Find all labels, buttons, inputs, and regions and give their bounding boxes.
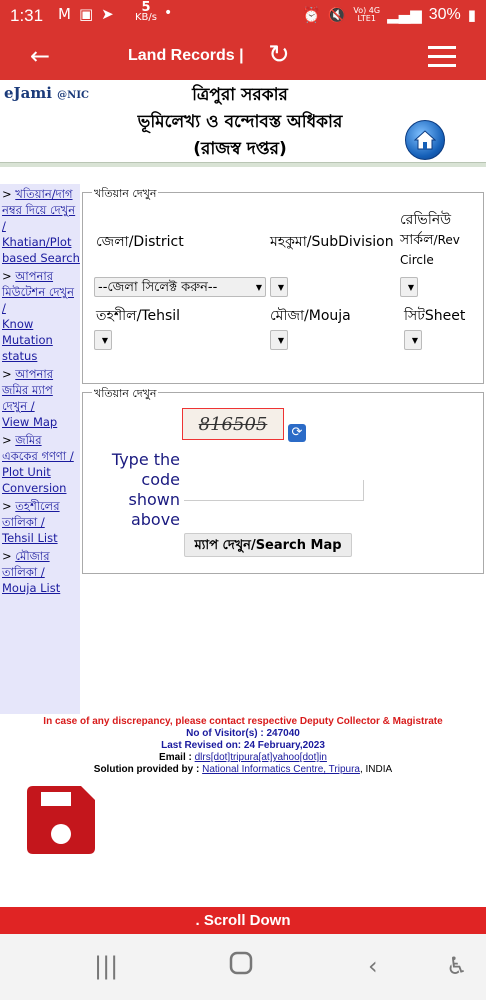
visitor-count: No of Visitor(s) : 247040 xyxy=(186,728,300,739)
captcha-image: 816505 xyxy=(182,408,284,440)
chevron-down-icon: ▼ xyxy=(411,336,418,345)
app-title: Land Records | xyxy=(128,47,244,64)
signal-icon: ▂▄▆ xyxy=(387,6,422,24)
battery-level: 30% xyxy=(428,6,461,23)
sidebar: > খতিয়ান/দাগ নম্বর দিয়ে দেখুন / Khatian… xyxy=(0,184,80,714)
page-header: ত্রিপুরা সরকার ভূমিলেখ্য ও বন্দোবস্ত অধি… xyxy=(90,82,390,163)
refresh-captcha-icon[interactable]: ⟳ xyxy=(288,424,306,442)
solution-line: Solution provided by : National Informat… xyxy=(93,764,393,775)
image-icon: ▣ xyxy=(78,5,94,23)
battery-icon: ▮ xyxy=(467,6,476,24)
fieldset-legend: খতিয়ান দেখুন xyxy=(92,385,159,404)
hamburger-menu-icon[interactable] xyxy=(428,46,456,73)
sheet-label: সিটSheet xyxy=(404,308,466,324)
sidebar-item-mouja-list[interactable]: > মৌজার তালিকা / Mouja List xyxy=(2,548,80,596)
recent-apps-icon[interactable]: ||| xyxy=(94,952,118,980)
mouja-label: মৌজা/Mouja xyxy=(270,308,351,324)
gmail-icon: M xyxy=(58,5,71,23)
email-line: Email : dlrs[dot]tripura[at]yahoo[dot]in xyxy=(159,752,327,763)
sidebar-item-mutation-status[interactable]: > আপনার মিউটেশন দেখুন / Know Mutation sta… xyxy=(2,268,80,364)
captcha-input[interactable] xyxy=(184,480,364,501)
header-divider xyxy=(0,162,486,167)
type-code-label: Type the code shown above xyxy=(111,450,180,529)
header-line2: ভূমিলেখ্য ও বন্দোবস্ত অধিকার xyxy=(137,112,343,132)
subdivision-select[interactable]: ▼ xyxy=(270,277,288,297)
sidebar-item-tehsil-list[interactable]: > তহশীলের তালিকা / Tehsil List xyxy=(2,498,80,546)
header-line3: (রাজস্ব দপ্তর) xyxy=(193,139,287,159)
ejami-logo: eJami @NIC xyxy=(4,84,89,102)
fieldset-legend: খতিয়ান দেখুন xyxy=(92,185,159,204)
tehsil-label: তহশীল/Tehsil xyxy=(96,308,181,324)
save-floppy-icon[interactable] xyxy=(25,784,97,856)
chevron-down-icon: ▼ xyxy=(407,283,414,292)
tehsil-select[interactable]: ▼ xyxy=(94,330,112,350)
notification-dot-icon: • xyxy=(164,5,173,21)
discrepancy-notice: In case of any discrepancy, please conta… xyxy=(43,716,443,727)
chevron-down-icon: ▼ xyxy=(277,336,284,345)
home-icon[interactable] xyxy=(405,120,445,160)
mute-icon: 🔇 xyxy=(327,6,347,24)
scroll-down-bar[interactable]: . Scroll Down xyxy=(0,907,486,934)
chevron-down-icon: ▼ xyxy=(255,283,262,292)
mouja-select[interactable]: ▼ xyxy=(270,330,288,350)
sidebar-item-khatian-search[interactable]: > খতিয়ান/দাগ নম্বর দিয়ে দেখুন / Khatian… xyxy=(2,186,80,266)
refresh-icon[interactable]: ↻ xyxy=(268,40,290,70)
accessibility-icon[interactable]: ♿ xyxy=(446,952,468,980)
header-line1: ত্রিপুরা সরকার xyxy=(192,85,288,105)
network-speed: 5 KB/s xyxy=(135,0,157,23)
email-link[interactable]: dlrs[dot]tripura[at]yahoo[dot]in xyxy=(195,752,327,763)
home-nav-icon[interactable] xyxy=(228,950,254,982)
sidebar-item-view-map[interactable]: > আপনার জমির ম্যাপ দেখুন / View Map xyxy=(2,366,80,430)
rev-circle-label: রেভিনিউ সার্কল/Rev Circle xyxy=(400,212,460,267)
sidebar-item-plot-unit-conversion[interactable]: > জমির এককের গণণা / Plot Unit Conversion xyxy=(2,432,80,496)
alarm-icon: ⏰ xyxy=(302,6,321,24)
chevron-down-icon: ▼ xyxy=(277,283,284,292)
last-revised: Last Revised on: 24 February,2023 xyxy=(161,740,325,751)
search-map-button[interactable]: ম্যাপ দেখুন/Search Map xyxy=(184,533,352,557)
rev-circle-select[interactable]: ▼ xyxy=(400,277,418,297)
district-select[interactable]: --জেলা সিলেক্ট করুন-- ▼ xyxy=(94,277,266,297)
subdivision-label: মহকুমা/SubDivision xyxy=(270,234,394,250)
telegram-icon: ➤ xyxy=(101,5,114,23)
district-label: জেলা/District xyxy=(96,234,184,250)
nic-link[interactable]: National Informatics Centre, Tripura xyxy=(202,764,360,775)
status-bar: 1:31 M ▣ ➤ 5 KB/s • ⏰ 🔇 Vo) 4G LTE1 ▂▄▆ … xyxy=(0,0,486,34)
status-time: 1:31 xyxy=(10,6,44,25)
sheet-select[interactable]: ▼ xyxy=(404,330,422,350)
network-type: Vo) 4G LTE1 xyxy=(353,6,381,23)
footer: In case of any discrepancy, please conta… xyxy=(0,716,486,776)
system-nav-bar: ||| ‹ ♿ xyxy=(0,934,486,1000)
back-arrow-icon[interactable]: ← xyxy=(30,42,50,70)
chevron-down-icon: ▼ xyxy=(101,336,108,345)
back-nav-icon[interactable]: ‹ xyxy=(368,952,378,980)
app-bar: ← Land Records | ↻ xyxy=(0,34,486,80)
